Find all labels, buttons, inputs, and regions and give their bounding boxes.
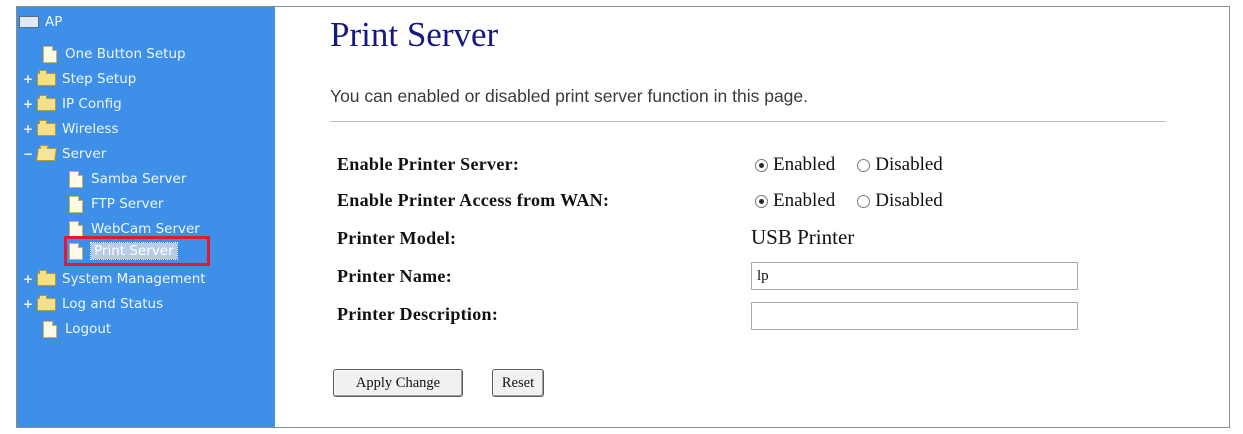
tree-root-label: AP xyxy=(45,14,63,30)
enable-wan-access-enabled-radio[interactable]: Enabled xyxy=(755,190,835,212)
sidebar-item-step-setup[interactable]: + Step Setup xyxy=(23,68,136,90)
sidebar-item-label: Logout xyxy=(65,321,112,337)
sidebar-item-label: Server xyxy=(62,146,107,162)
sidebar-item-label: Log and Status xyxy=(62,296,164,312)
sidebar-item-label: System Management xyxy=(62,271,206,287)
divider xyxy=(330,121,1166,122)
radio-label: Disabled xyxy=(875,190,943,211)
sidebar-item-samba-server[interactable]: Samba Server xyxy=(69,168,186,190)
sidebar-item-label: Wireless xyxy=(62,121,119,137)
sidebar-tree: AP One Button Setup + Step Setup + IP Co… xyxy=(17,7,275,427)
page-frame: AP One Button Setup + Step Setup + IP Co… xyxy=(16,6,1230,428)
page-description: You can enabled or disabled print server… xyxy=(330,86,809,106)
sidebar-item-label: Samba Server xyxy=(91,171,187,187)
apply-change-button[interactable]: Apply Change xyxy=(333,369,463,397)
tree-root-ap[interactable]: AP xyxy=(19,11,62,33)
folder-icon xyxy=(37,94,56,111)
page-icon xyxy=(43,45,57,63)
sidebar-item-log-and-status[interactable]: + Log and Status xyxy=(23,293,163,315)
expand-icon[interactable]: + xyxy=(23,72,33,86)
page-title: Print Server xyxy=(330,15,499,54)
enable-printer-server-enabled-radio[interactable]: Enabled xyxy=(755,154,835,176)
sidebar-item-print-server[interactable]: Print Server xyxy=(69,240,178,262)
page-icon xyxy=(43,320,57,338)
sidebar-item-one-button-setup[interactable]: One Button Setup xyxy=(43,43,186,65)
printer-name-input[interactable] xyxy=(751,262,1078,290)
computer-icon xyxy=(19,16,39,28)
enable-wan-access-radio-group: Enabled Disabled xyxy=(755,190,965,212)
sidebar-item-label: One Button Setup xyxy=(65,46,186,62)
sidebar-item-label: Step Setup xyxy=(62,71,137,87)
printer-description-label: Printer Description: xyxy=(337,304,499,324)
sidebar-item-logout[interactable]: Logout xyxy=(43,318,111,340)
sidebar-item-ftp-server[interactable]: FTP Server xyxy=(69,193,163,215)
expand-icon[interactable]: + xyxy=(23,122,33,136)
radio-label: Enabled xyxy=(773,154,836,175)
reset-button[interactable]: Reset xyxy=(492,369,544,397)
radio-unchecked-icon[interactable] xyxy=(857,194,871,208)
sidebar-item-label: IP Config xyxy=(62,96,122,112)
sidebar-item-ip-config[interactable]: + IP Config xyxy=(23,93,122,115)
printer-name-label: Printer Name: xyxy=(337,266,453,286)
page-icon xyxy=(69,220,83,238)
radio-label: Enabled xyxy=(773,190,836,211)
sidebar-item-wireless[interactable]: + Wireless xyxy=(23,118,119,140)
expand-icon[interactable]: + xyxy=(23,97,33,111)
printer-model-label: Printer Model: xyxy=(337,228,457,248)
printer-description-input[interactable] xyxy=(751,302,1078,330)
sidebar-item-server[interactable]: − Server xyxy=(23,143,106,165)
radio-checked-icon[interactable] xyxy=(755,194,768,208)
sidebar-item-label: Print Server xyxy=(90,242,178,260)
radio-checked-icon[interactable] xyxy=(755,158,768,172)
collapse-icon[interactable]: − xyxy=(23,147,33,161)
enable-wan-access-label: Enable Printer Access from WAN: xyxy=(337,190,610,210)
enable-wan-access-disabled-radio[interactable]: Disabled xyxy=(857,190,943,212)
radio-label: Disabled xyxy=(875,154,943,175)
folder-icon xyxy=(37,69,56,86)
enable-printer-server-radio-group: Enabled Disabled xyxy=(755,154,965,176)
folder-icon xyxy=(37,269,56,286)
page-icon xyxy=(69,170,83,188)
expand-icon[interactable]: + xyxy=(23,272,33,286)
enable-printer-server-label: Enable Printer Server: xyxy=(337,154,520,174)
sidebar-item-system-management[interactable]: + System Management xyxy=(23,268,206,290)
page-icon xyxy=(69,195,83,213)
folder-icon xyxy=(37,119,56,136)
printer-model-value: USB Printer xyxy=(751,225,855,249)
folder-icon xyxy=(37,294,56,311)
expand-icon[interactable]: + xyxy=(23,297,33,311)
sidebar-item-label: WebCam Server xyxy=(91,221,200,237)
folder-open-icon xyxy=(36,147,57,161)
page-icon xyxy=(69,242,83,260)
radio-unchecked-icon[interactable] xyxy=(857,158,871,172)
sidebar-item-label: FTP Server xyxy=(91,196,164,212)
enable-printer-server-disabled-radio[interactable]: Disabled xyxy=(857,154,943,176)
